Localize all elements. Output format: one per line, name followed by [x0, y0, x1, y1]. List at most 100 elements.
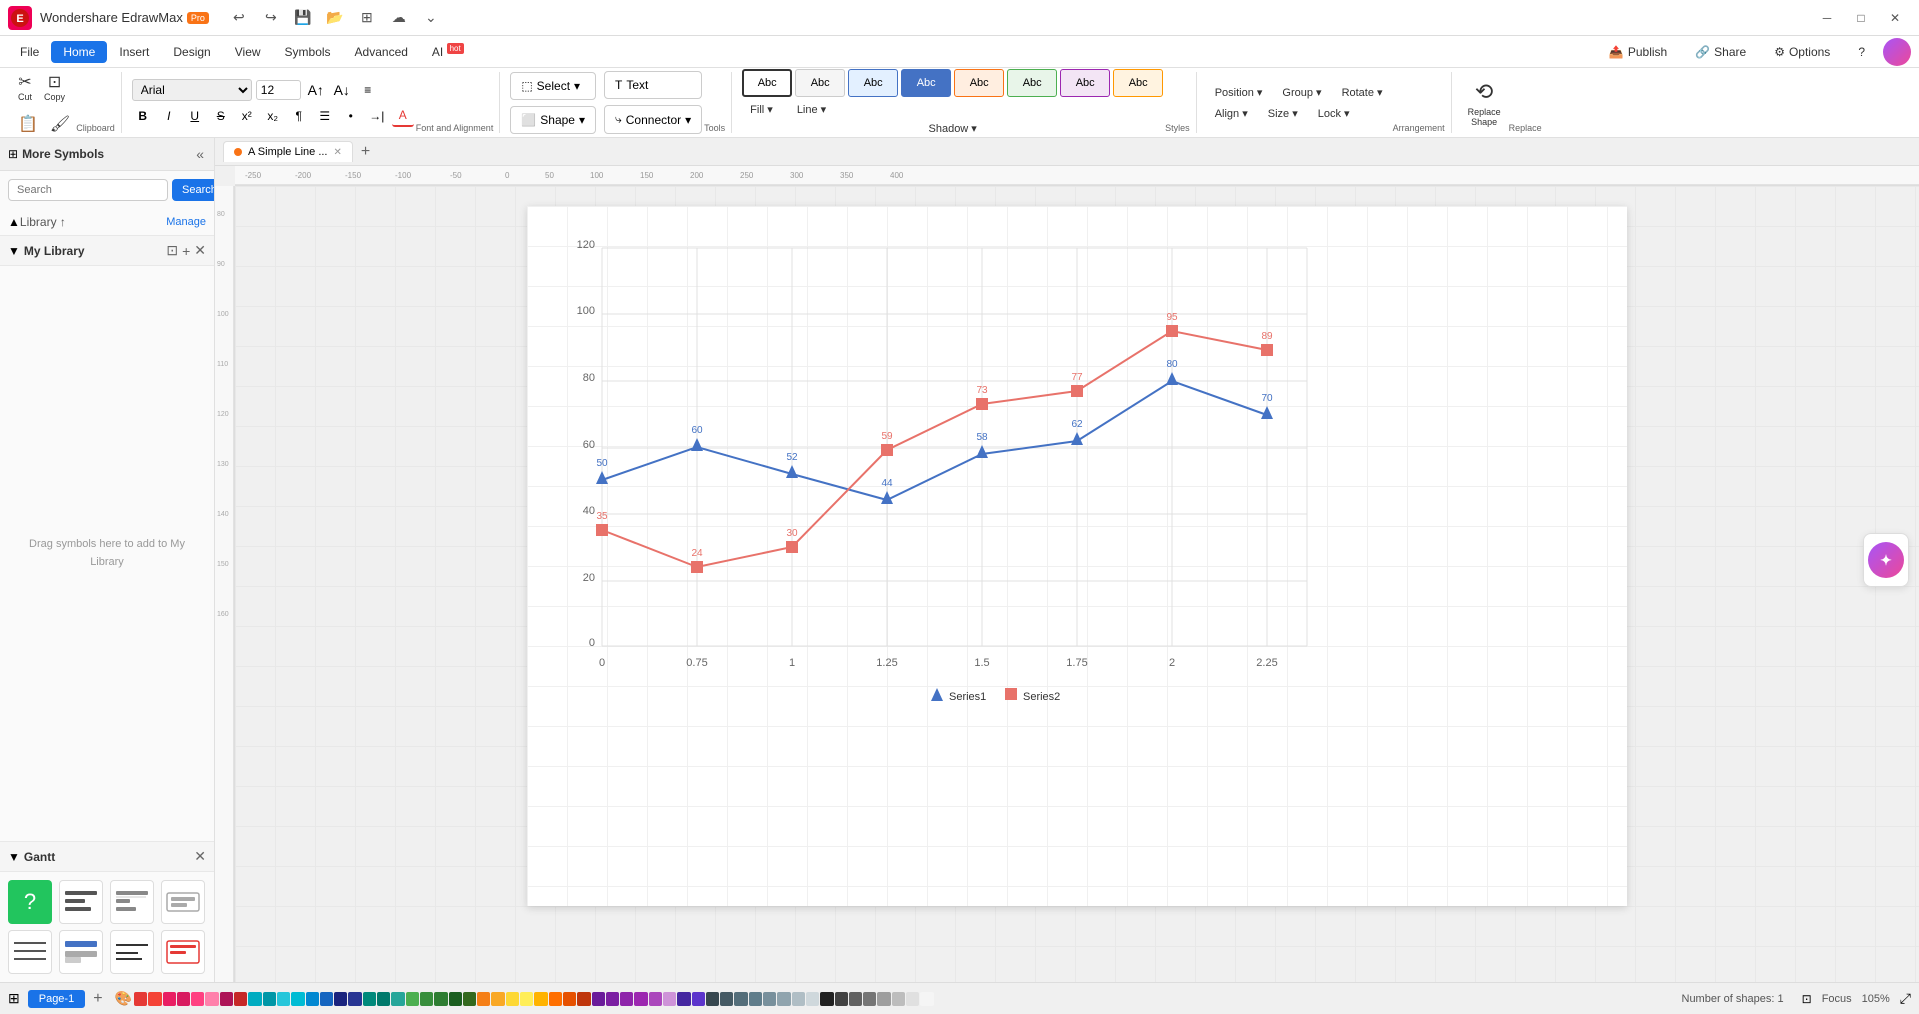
bold-button[interactable]: B: [132, 105, 154, 127]
bullet-button[interactable]: •: [340, 105, 362, 127]
style-box-7[interactable]: Abc: [1060, 69, 1110, 97]
color-swatch[interactable]: [491, 992, 504, 1006]
color-palette[interactable]: [134, 992, 934, 1006]
color-swatch[interactable]: [449, 992, 462, 1006]
font-family-select[interactable]: Arial: [132, 79, 252, 101]
connector-tool-button[interactable]: ⤷ Connector ▾: [604, 105, 702, 134]
search-input[interactable]: [8, 179, 168, 201]
shadow-button[interactable]: Shadow ▾: [742, 120, 1163, 137]
menu-symbols[interactable]: Symbols: [273, 41, 343, 63]
ai-assistant-button[interactable]: ✦: [1868, 542, 1904, 578]
undo-button[interactable]: ↩: [225, 4, 253, 32]
color-swatch[interactable]: [634, 992, 647, 1006]
text-direction-button[interactable]: ¶: [288, 105, 310, 127]
style-box-8[interactable]: Abc: [1113, 69, 1163, 97]
color-swatch[interactable]: [163, 992, 176, 1006]
share-button[interactable]: 🔗 Share: [1685, 41, 1756, 63]
color-swatch[interactable]: [863, 992, 876, 1006]
template-button[interactable]: ⊞: [353, 4, 381, 32]
text-tool-button[interactable]: T Text: [604, 71, 702, 99]
color-swatch[interactable]: [577, 992, 590, 1006]
color-swatch[interactable]: [177, 992, 190, 1006]
maximize-button[interactable]: □: [1845, 2, 1877, 34]
statusbar-layout-button[interactable]: ⊞: [8, 990, 20, 1007]
strikethrough-button[interactable]: S: [210, 105, 232, 127]
color-swatch[interactable]: [306, 992, 319, 1006]
gantt-item-help[interactable]: ?: [8, 880, 52, 924]
gantt-item-2[interactable]: [59, 880, 103, 924]
font-increase-button[interactable]: A↑: [305, 79, 327, 101]
font-color-button[interactable]: A: [392, 105, 414, 127]
text-align-button[interactable]: ≡: [357, 79, 379, 101]
color-swatch[interactable]: [406, 992, 419, 1006]
color-swatch[interactable]: [549, 992, 562, 1006]
color-swatch[interactable]: [534, 992, 547, 1006]
menu-advanced[interactable]: Advanced: [343, 41, 420, 63]
color-swatch[interactable]: [663, 992, 676, 1006]
font-decrease-button[interactable]: A↓: [331, 79, 353, 101]
help-button[interactable]: ?: [1848, 41, 1875, 63]
fullscreen-button[interactable]: ⤢: [1900, 990, 1911, 1007]
color-swatch[interactable]: [849, 992, 862, 1006]
gantt-item-6[interactable]: [59, 930, 103, 974]
cut-button[interactable]: ✂ Cut: [14, 68, 36, 106]
color-swatch[interactable]: [720, 992, 733, 1006]
color-swatch[interactable]: [148, 992, 161, 1006]
gantt-item-5[interactable]: [8, 930, 52, 974]
color-swatch[interactable]: [506, 992, 519, 1006]
font-size-input[interactable]: [256, 80, 301, 100]
color-swatch[interactable]: [263, 992, 276, 1006]
color-swatch[interactable]: [291, 992, 304, 1006]
my-library-add-button[interactable]: +: [182, 242, 190, 259]
superscript-button[interactable]: x²: [236, 105, 258, 127]
color-swatch[interactable]: [191, 992, 204, 1006]
color-swatch[interactable]: [734, 992, 747, 1006]
position-button[interactable]: Position ▾: [1207, 84, 1271, 101]
menu-design[interactable]: Design: [161, 41, 222, 63]
line-button[interactable]: Line ▾: [789, 101, 834, 118]
menu-insert[interactable]: Insert: [107, 41, 161, 63]
color-swatch[interactable]: [677, 992, 690, 1006]
collapse-panel-button[interactable]: «: [194, 144, 206, 164]
shape-tool-button[interactable]: ⬜ Shape ▾: [510, 106, 596, 134]
more-button[interactable]: ⌄: [417, 4, 445, 32]
size-button[interactable]: Size ▾: [1260, 105, 1306, 122]
paste-button[interactable]: 📋: [14, 110, 42, 138]
style-box-1[interactable]: Abc: [742, 69, 792, 97]
library-header[interactable]: ▲ Library ↑ Manage: [0, 209, 214, 235]
gantt-item-7[interactable]: [110, 930, 154, 974]
options-button[interactable]: ⚙ Options: [1764, 41, 1840, 63]
color-swatch[interactable]: [420, 992, 433, 1006]
minimize-button[interactable]: ─: [1811, 2, 1843, 34]
color-swatch[interactable]: [906, 992, 919, 1006]
color-swatch[interactable]: [592, 992, 605, 1006]
rotate-button[interactable]: Rotate ▾: [1334, 84, 1391, 101]
add-tab-button[interactable]: +: [357, 143, 374, 161]
list-button[interactable]: ☰: [314, 105, 336, 127]
color-swatch[interactable]: [277, 992, 290, 1006]
fit-button[interactable]: ⊡: [1796, 990, 1818, 1008]
style-box-5[interactable]: Abc: [954, 69, 1004, 97]
user-avatar[interactable]: [1883, 38, 1911, 66]
menu-home[interactable]: Home: [51, 41, 107, 63]
color-swatch[interactable]: [620, 992, 633, 1006]
save-button[interactable]: 💾: [289, 4, 317, 32]
color-swatch[interactable]: [777, 992, 790, 1006]
color-swatch[interactable]: [606, 992, 619, 1006]
close-button[interactable]: ✕: [1879, 2, 1911, 34]
gantt-item-4[interactable]: [161, 880, 205, 924]
color-swatch[interactable]: [205, 992, 218, 1006]
color-swatch[interactable]: [792, 992, 805, 1006]
style-box-4[interactable]: Abc: [901, 69, 951, 97]
color-swatch[interactable]: [434, 992, 447, 1006]
color-swatch[interactable]: [377, 992, 390, 1006]
color-swatch[interactable]: [234, 992, 247, 1006]
search-button[interactable]: Search: [172, 179, 215, 201]
my-library-open-button[interactable]: ⊡: [166, 242, 178, 259]
my-library-close-button[interactable]: ✕: [194, 242, 206, 259]
canvas-wrapper[interactable]: 0 20 40 60 80 100 120: [235, 186, 1919, 982]
color-swatch[interactable]: [877, 992, 890, 1006]
color-swatch[interactable]: [692, 992, 705, 1006]
color-swatch[interactable]: [477, 992, 490, 1006]
gantt-close-button[interactable]: ✕: [194, 848, 206, 865]
